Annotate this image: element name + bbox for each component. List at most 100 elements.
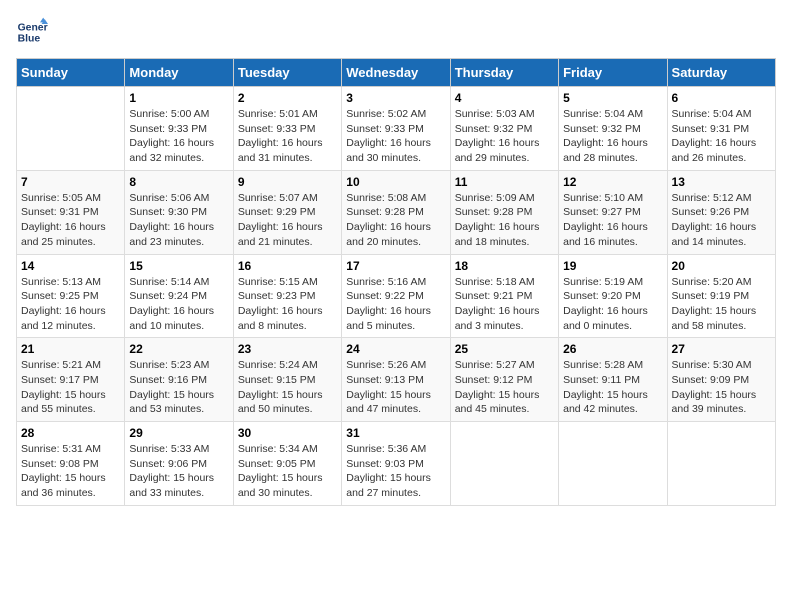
day-number: 28 <box>21 426 120 440</box>
day-cell: 13 Sunrise: 5:12 AM Sunset: 9:26 PM Dayli… <box>667 170 775 254</box>
day-info: Sunrise: 5:20 AM Sunset: 9:19 PM Dayligh… <box>672 275 771 334</box>
day-number: 21 <box>21 342 120 356</box>
day-number: 26 <box>563 342 662 356</box>
day-cell: 21 Sunrise: 5:21 AM Sunset: 9:17 PM Dayli… <box>17 338 125 422</box>
day-cell: 6Sunrise: 5:04 AM Sunset: 9:31 PM Daylig… <box>667 87 775 171</box>
day-info: Sunrise: 5:08 AM Sunset: 9:28 PM Dayligh… <box>346 191 445 250</box>
day-cell: 5 Sunrise: 5:04 AM Sunset: 9:32 PM Daylig… <box>559 87 667 171</box>
page-header: General Blue <box>16 16 776 48</box>
header-saturday: Saturday <box>667 59 775 87</box>
day-cell: 28 Sunrise: 5:31 AM Sunset: 9:08 PM Dayli… <box>17 422 125 506</box>
day-cell: 25Sunrise: 5:27 AM Sunset: 9:12 PM Dayli… <box>450 338 558 422</box>
day-cell: 22 Sunrise: 5:23 AM Sunset: 9:16 PM Dayli… <box>125 338 233 422</box>
day-number: 30 <box>238 426 337 440</box>
day-number: 17 <box>346 259 445 273</box>
header-sunday: Sunday <box>17 59 125 87</box>
day-info: Sunrise: 5:04 AM Sunset: 9:32 PM Dayligh… <box>563 107 662 166</box>
week-row-5: 28 Sunrise: 5:31 AM Sunset: 9:08 PM Dayli… <box>17 422 776 506</box>
day-number: 20 <box>672 259 771 273</box>
day-cell: 10Sunrise: 5:08 AM Sunset: 9:28 PM Dayli… <box>342 170 450 254</box>
day-info: Sunrise: 5:06 AM Sunset: 9:30 PM Dayligh… <box>129 191 228 250</box>
week-row-3: 14Sunrise: 5:13 AM Sunset: 9:25 PM Dayli… <box>17 254 776 338</box>
day-info: Sunrise: 5:15 AM Sunset: 9:23 PM Dayligh… <box>238 275 337 334</box>
day-cell: 18Sunrise: 5:18 AM Sunset: 9:21 PM Dayli… <box>450 254 558 338</box>
week-row-2: 7 Sunrise: 5:05 AM Sunset: 9:31 PM Daylig… <box>17 170 776 254</box>
day-cell <box>559 422 667 506</box>
header-wednesday: Wednesday <box>342 59 450 87</box>
day-info: Sunrise: 5:24 AM Sunset: 9:15 PM Dayligh… <box>238 358 337 417</box>
logo-icon: General Blue <box>16 16 48 48</box>
day-number: 15 <box>129 259 228 273</box>
day-number: 29 <box>129 426 228 440</box>
day-info: Sunrise: 5:07 AM Sunset: 9:29 PM Dayligh… <box>238 191 337 250</box>
day-number: 12 <box>563 175 662 189</box>
svg-text:General: General <box>18 22 48 33</box>
day-number: 7 <box>21 175 120 189</box>
day-number: 4 <box>455 91 554 105</box>
day-cell: 27 Sunrise: 5:30 AM Sunset: 9:09 PM Dayli… <box>667 338 775 422</box>
day-number: 9 <box>238 175 337 189</box>
day-cell: 23 Sunrise: 5:24 AM Sunset: 9:15 PM Dayli… <box>233 338 341 422</box>
day-info: Sunrise: 5:34 AM Sunset: 9:05 PM Dayligh… <box>238 442 337 501</box>
day-number: 22 <box>129 342 228 356</box>
day-cell: 24 Sunrise: 5:26 AM Sunset: 9:13 PM Dayli… <box>342 338 450 422</box>
day-number: 18 <box>455 259 554 273</box>
day-cell: 2Sunrise: 5:01 AM Sunset: 9:33 PM Daylig… <box>233 87 341 171</box>
day-number: 23 <box>238 342 337 356</box>
header-thursday: Thursday <box>450 59 558 87</box>
day-info: Sunrise: 5:19 AM Sunset: 9:20 PM Dayligh… <box>563 275 662 334</box>
day-number: 27 <box>672 342 771 356</box>
day-info: Sunrise: 5:33 AM Sunset: 9:06 PM Dayligh… <box>129 442 228 501</box>
day-cell: 12 Sunrise: 5:10 AM Sunset: 9:27 PM Dayli… <box>559 170 667 254</box>
day-info: Sunrise: 5:10 AM Sunset: 9:27 PM Dayligh… <box>563 191 662 250</box>
day-info: Sunrise: 5:09 AM Sunset: 9:28 PM Dayligh… <box>455 191 554 250</box>
day-cell: 19 Sunrise: 5:19 AM Sunset: 9:20 PM Dayli… <box>559 254 667 338</box>
week-row-4: 21 Sunrise: 5:21 AM Sunset: 9:17 PM Dayli… <box>17 338 776 422</box>
day-info: Sunrise: 5:27 AM Sunset: 9:12 PM Dayligh… <box>455 358 554 417</box>
day-info: Sunrise: 5:28 AM Sunset: 9:11 PM Dayligh… <box>563 358 662 417</box>
day-info: Sunrise: 5:36 AM Sunset: 9:03 PM Dayligh… <box>346 442 445 501</box>
day-number: 5 <box>563 91 662 105</box>
day-info: Sunrise: 5:23 AM Sunset: 9:16 PM Dayligh… <box>129 358 228 417</box>
day-cell: 16 Sunrise: 5:15 AM Sunset: 9:23 PM Dayli… <box>233 254 341 338</box>
day-cell: 29 Sunrise: 5:33 AM Sunset: 9:06 PM Dayli… <box>125 422 233 506</box>
day-cell: 30 Sunrise: 5:34 AM Sunset: 9:05 PM Dayli… <box>233 422 341 506</box>
day-info: Sunrise: 5:03 AM Sunset: 9:32 PM Dayligh… <box>455 107 554 166</box>
day-number: 1 <box>129 91 228 105</box>
day-number: 24 <box>346 342 445 356</box>
day-number: 11 <box>455 175 554 189</box>
day-cell: 20 Sunrise: 5:20 AM Sunset: 9:19 PM Dayli… <box>667 254 775 338</box>
day-cell: 15 Sunrise: 5:14 AM Sunset: 9:24 PM Dayli… <box>125 254 233 338</box>
svg-text:Blue: Blue <box>18 34 41 45</box>
day-cell: 9 Sunrise: 5:07 AM Sunset: 9:29 PM Daylig… <box>233 170 341 254</box>
day-number: 13 <box>672 175 771 189</box>
day-number: 19 <box>563 259 662 273</box>
day-info: Sunrise: 5:00 AM Sunset: 9:33 PM Dayligh… <box>129 107 228 166</box>
day-cell: 4 Sunrise: 5:03 AM Sunset: 9:32 PM Daylig… <box>450 87 558 171</box>
day-info: Sunrise: 5:05 AM Sunset: 9:31 PM Dayligh… <box>21 191 120 250</box>
logo: General Blue <box>16 16 48 48</box>
day-info: Sunrise: 5:21 AM Sunset: 9:17 PM Dayligh… <box>21 358 120 417</box>
day-number: 16 <box>238 259 337 273</box>
day-info: Sunrise: 5:12 AM Sunset: 9:26 PM Dayligh… <box>672 191 771 250</box>
day-info: Sunrise: 5:26 AM Sunset: 9:13 PM Dayligh… <box>346 358 445 417</box>
day-info: Sunrise: 5:16 AM Sunset: 9:22 PM Dayligh… <box>346 275 445 334</box>
day-cell: 11 Sunrise: 5:09 AM Sunset: 9:28 PM Dayli… <box>450 170 558 254</box>
day-number: 3 <box>346 91 445 105</box>
header-friday: Friday <box>559 59 667 87</box>
header-monday: Monday <box>125 59 233 87</box>
day-info: Sunrise: 5:31 AM Sunset: 9:08 PM Dayligh… <box>21 442 120 501</box>
week-row-1: 1 Sunrise: 5:00 AM Sunset: 9:33 PM Daylig… <box>17 87 776 171</box>
day-cell <box>667 422 775 506</box>
day-number: 2 <box>238 91 337 105</box>
day-info: Sunrise: 5:14 AM Sunset: 9:24 PM Dayligh… <box>129 275 228 334</box>
day-info: Sunrise: 5:13 AM Sunset: 9:25 PM Dayligh… <box>21 275 120 334</box>
day-cell <box>17 87 125 171</box>
day-cell: 26 Sunrise: 5:28 AM Sunset: 9:11 PM Dayli… <box>559 338 667 422</box>
day-info: Sunrise: 5:30 AM Sunset: 9:09 PM Dayligh… <box>672 358 771 417</box>
day-cell <box>450 422 558 506</box>
day-cell: 14Sunrise: 5:13 AM Sunset: 9:25 PM Dayli… <box>17 254 125 338</box>
day-cell: 7 Sunrise: 5:05 AM Sunset: 9:31 PM Daylig… <box>17 170 125 254</box>
day-number: 8 <box>129 175 228 189</box>
day-cell: 1 Sunrise: 5:00 AM Sunset: 9:33 PM Daylig… <box>125 87 233 171</box>
